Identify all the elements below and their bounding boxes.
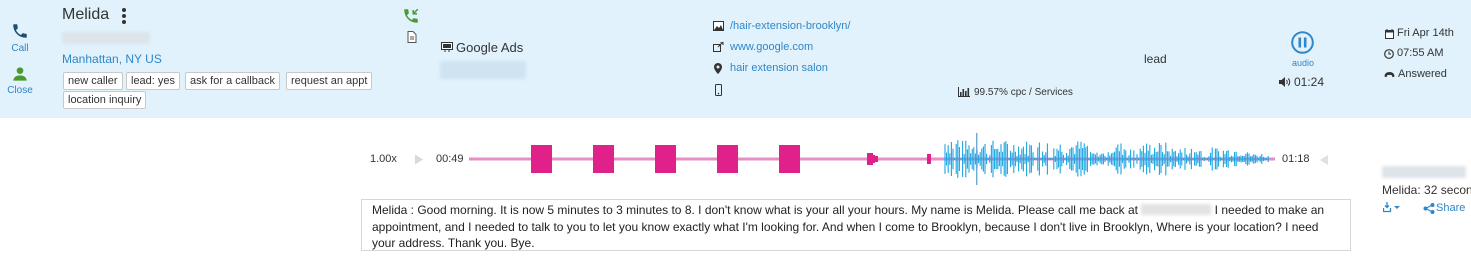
caller-location[interactable]: Manhattan, NY US (62, 52, 162, 66)
attribution-stats: 99.57% cpc / Services (974, 87, 1073, 98)
mobile-device-icon (715, 84, 722, 96)
call-header: Call Close Melida Manhattan, NY US new c… (0, 0, 1471, 118)
landing-page-link[interactable]: /hair-extension-brooklyn/ (730, 20, 850, 32)
call-duration: 01:24 (1294, 75, 1325, 89)
transcript-box: Melida : Good morning. It is now 5 minut… (361, 199, 1351, 251)
tag-new-caller[interactable]: new caller (63, 72, 123, 90)
caller-name: Melida (62, 6, 110, 23)
agent-speech-burst (871, 155, 875, 163)
audio-label: audio (1291, 58, 1315, 68)
call-label: Call (11, 43, 29, 54)
tag-location-inquiry[interactable]: location inquiry (63, 91, 147, 109)
audio-waveform[interactable] (469, 131, 1275, 187)
current-time: 00:49 (436, 153, 464, 165)
agent-speech-block (779, 145, 800, 173)
image-icon (713, 21, 724, 31)
agent-speech-block (655, 145, 676, 173)
volume-icon (1279, 77, 1291, 87)
redacted-phone (1141, 204, 1212, 215)
map-marker-icon (714, 63, 722, 74)
tag-request-appt[interactable]: request an appt (286, 72, 373, 90)
volume-slider-icon[interactable] (1320, 155, 1328, 165)
call-date: Fri Apr 14th (1397, 27, 1454, 39)
external-link-icon (713, 42, 724, 52)
clock-icon (1384, 49, 1394, 59)
pause-icon[interactable] (1291, 31, 1314, 54)
user-icon (13, 67, 27, 81)
redacted-phone-number (62, 32, 150, 44)
share-icon[interactable] (1423, 203, 1435, 214)
agent-speech-block (717, 145, 738, 173)
more-vertical-icon[interactable] (120, 8, 128, 24)
tag-lead[interactable]: lead: yes (126, 72, 181, 90)
speaker-summary: Melida: 32 seconds (1382, 183, 1471, 197)
close-label: Close (7, 85, 33, 96)
agent-speech-burst (927, 154, 931, 164)
call-time: 07:55 AM (1397, 47, 1444, 59)
caller-channel (944, 140, 1269, 178)
source-name: Google Ads (456, 40, 524, 55)
calendar-icon (1385, 29, 1394, 39)
transcript-text-1: Melida : Good morning. It is now 5 minut… (372, 203, 1138, 217)
bar-chart-icon (958, 87, 970, 97)
agent-speech-block (593, 145, 614, 173)
answer-status: Answered (1398, 68, 1447, 80)
agent-speech-burst (875, 156, 878, 162)
playback-speed[interactable]: 1.00x (370, 153, 397, 165)
download-icon[interactable] (1383, 202, 1401, 213)
hangup-icon (1384, 72, 1395, 78)
redacted-campaign (440, 61, 526, 79)
billboard-icon (441, 42, 453, 52)
call-status: lead (1144, 52, 1167, 66)
keyword-link[interactable]: hair extension salon (730, 62, 828, 74)
phone-icon (13, 24, 27, 38)
end-time: 01:18 (1282, 153, 1310, 165)
play-icon[interactable] (414, 154, 424, 165)
referrer-link[interactable]: www.google.com (730, 41, 813, 53)
share-link[interactable]: Share (1436, 202, 1465, 214)
agent-speech-block (531, 145, 552, 173)
phone-incoming-icon (404, 8, 419, 23)
redacted-speaker-name (1382, 166, 1466, 178)
document-icon[interactable] (407, 31, 417, 43)
tag-callback[interactable]: ask for a callback (185, 72, 280, 90)
